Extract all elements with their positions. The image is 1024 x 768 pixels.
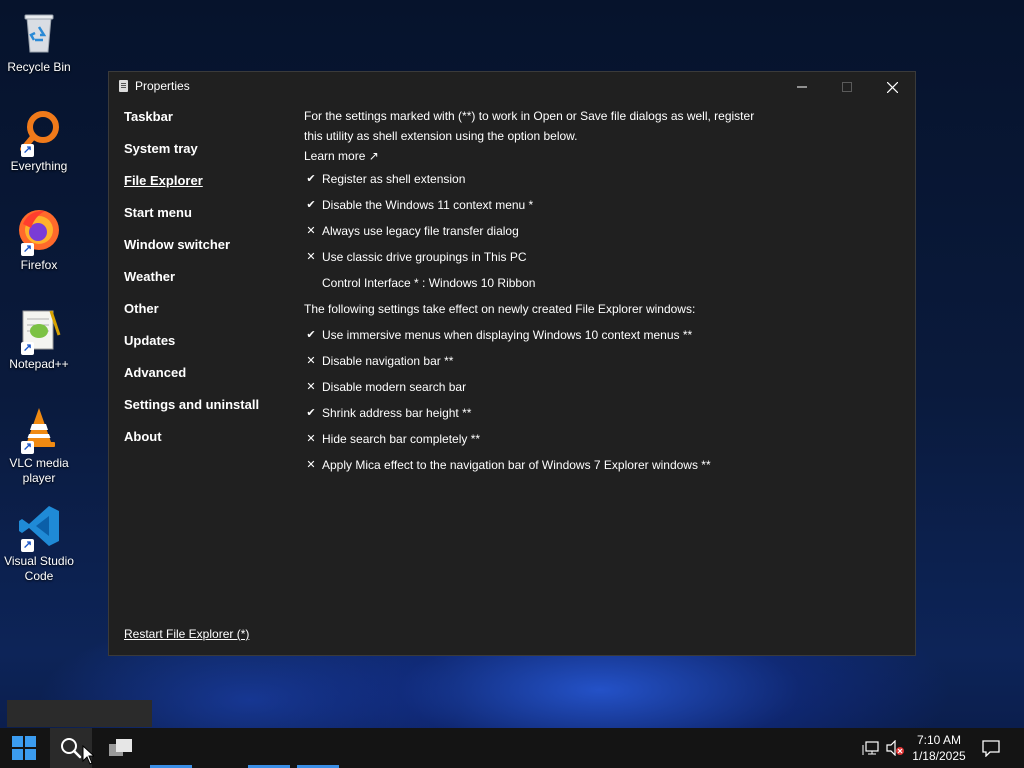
option-legacy-file-transfer-dialog[interactable]: ✕ Always use legacy file transfer dialog: [304, 218, 904, 244]
learn-more-link[interactable]: Learn more ↗: [304, 146, 904, 166]
option-label: Shrink address bar height **: [322, 406, 472, 420]
control-interface-label: Control Interface * : Windows 10 Ribbon: [322, 276, 536, 290]
minimize-icon: [797, 86, 807, 88]
cross-icon: ✕: [306, 459, 316, 471]
volume-muted-icon: [886, 740, 904, 756]
sidebar-nav: Taskbar System tray File Explorer Start …: [124, 108, 259, 460]
shortcut-arrow-icon: ↗: [21, 539, 34, 552]
option-label: Hide search bar completely **: [322, 432, 481, 446]
search-icon: [61, 738, 82, 759]
nav-item-weather[interactable]: Weather: [124, 268, 259, 300]
cross-icon: ✕: [306, 433, 316, 445]
task-view-button[interactable]: [100, 728, 142, 768]
maximize-button[interactable]: [824, 72, 870, 102]
notification-icon: [982, 740, 1000, 757]
vlc-icon: ↗: [15, 404, 63, 454]
option-label: Apply Mica effect to the navigation bar …: [322, 458, 711, 472]
option-mica-effect[interactable]: ✕ Apply Mica effect to the navigation ba…: [304, 452, 904, 478]
network-icon: [862, 741, 879, 755]
section-heading: The following settings take effect on ne…: [304, 302, 696, 316]
option-label: Disable the Windows 11 context menu *: [322, 198, 534, 212]
nav-item-start-menu[interactable]: Start menu: [124, 204, 259, 236]
notepad-plus-plus-icon: ↗: [15, 305, 63, 355]
notification-center-button[interactable]: [982, 728, 1000, 768]
vscode-icon: ↗: [15, 502, 63, 552]
option-hide-search-bar[interactable]: ✕ Hide search bar completely **: [304, 426, 904, 452]
system-clock[interactable]: 7:10 AM 1/18/2025: [906, 732, 972, 764]
option-register-shell-extension[interactable]: ✔ Register as shell extension: [304, 166, 904, 192]
shortcut-arrow-icon: ↗: [21, 342, 34, 355]
desktop-icon-vlc[interactable]: ↗ VLC media player: [3, 404, 75, 486]
option-label: Use immersive menus when displaying Wind…: [322, 328, 693, 342]
option-disable-win11-context-menu[interactable]: ✔ Disable the Windows 11 context menu *: [304, 192, 904, 218]
cross-icon: ✕: [306, 381, 316, 393]
desktop-icon-label: Visual Studio Code: [4, 554, 74, 583]
volume-status[interactable]: [885, 728, 905, 768]
cross-icon: ✕: [306, 225, 316, 237]
nav-item-taskbar[interactable]: Taskbar: [124, 108, 259, 140]
everything-search-icon: ↗: [15, 107, 63, 157]
option-label: Disable modern search bar: [322, 380, 467, 394]
control-interface-dropdown[interactable]: Control Interface * : Windows 10 Ribbon: [304, 270, 904, 296]
desktop-icon-label: Firefox: [20, 258, 58, 272]
recycle-bin-icon: [15, 8, 63, 56]
desktop-icon-label: Notepad++: [9, 357, 69, 371]
maximize-icon: [842, 82, 852, 92]
properties-window: Properties Taskbar System tray File Expl…: [108, 71, 916, 656]
option-label: Disable navigation bar **: [322, 354, 454, 368]
desktop-icon-firefox[interactable]: ↗ Firefox: [3, 206, 75, 273]
cross-icon: ✕: [306, 251, 316, 263]
search-tooltip: [7, 700, 152, 727]
desktop-icon-vscode[interactable]: ↗ Visual Studio Code: [3, 502, 75, 584]
task-view-icon: [109, 739, 132, 756]
app-icon: [119, 80, 128, 92]
option-disable-modern-search-bar[interactable]: ✕ Disable modern search bar: [304, 374, 904, 400]
network-status[interactable]: [862, 728, 880, 768]
check-icon: ✔: [306, 407, 316, 419]
taskbar: 7:10 AM 1/18/2025: [0, 728, 1024, 768]
close-icon: [886, 81, 898, 93]
clock-date: 1/18/2025: [912, 749, 966, 763]
check-icon: ✔: [306, 199, 316, 211]
window-title: Properties: [135, 79, 190, 93]
shortcut-arrow-icon: ↗: [21, 144, 34, 157]
option-label: Always use legacy file transfer dialog: [322, 224, 519, 238]
check-icon: ✔: [306, 329, 316, 341]
shortcut-arrow-icon: ↗: [21, 243, 34, 256]
mouse-cursor-icon: [82, 745, 94, 765]
option-label: Register as shell extension: [322, 172, 466, 186]
windows-logo-icon: [12, 736, 36, 760]
clock-time: 7:10 AM: [916, 733, 962, 747]
desktop-icon-label: VLC media player: [9, 456, 69, 485]
shortcut-arrow-icon: ↗: [21, 441, 34, 454]
option-disable-navigation-bar[interactable]: ✕ Disable navigation bar **: [304, 348, 904, 374]
intro-text: For the settings marked with (**) to wor…: [304, 109, 755, 143]
start-button[interactable]: [4, 728, 44, 768]
nav-item-advanced[interactable]: Advanced: [124, 364, 259, 396]
nav-item-window-switcher[interactable]: Window switcher: [124, 236, 259, 268]
settings-content: For the settings marked with (**) to wor…: [304, 106, 904, 478]
option-immersive-menus[interactable]: ✔ Use immersive menus when displaying Wi…: [304, 322, 904, 348]
option-classic-drive-groupings[interactable]: ✕ Use classic drive groupings in This PC: [304, 244, 904, 270]
nav-item-system-tray[interactable]: System tray: [124, 140, 259, 172]
nav-item-settings-and-uninstall[interactable]: Settings and uninstall: [124, 396, 259, 428]
firefox-icon: ↗: [15, 206, 63, 256]
cross-icon: ✕: [306, 355, 316, 367]
nav-item-updates[interactable]: Updates: [124, 332, 259, 364]
desktop-icon-label: Everything: [10, 159, 68, 173]
nav-item-file-explorer[interactable]: File Explorer: [124, 172, 259, 204]
check-icon: ✔: [306, 173, 316, 185]
minimize-button[interactable]: [779, 72, 825, 102]
desktop-icon-notepad-plus-plus[interactable]: ↗ Notepad++: [3, 305, 75, 372]
option-shrink-address-bar[interactable]: ✔ Shrink address bar height **: [304, 400, 904, 426]
option-label: Use classic drive groupings in This PC: [322, 250, 527, 264]
desktop-icon-label: Recycle Bin: [7, 60, 71, 74]
desktop-icon-everything[interactable]: ↗ Everything: [3, 107, 75, 174]
nav-item-other[interactable]: Other: [124, 300, 259, 332]
restart-file-explorer-link[interactable]: Restart File Explorer (*): [124, 627, 249, 641]
nav-item-about[interactable]: About: [124, 428, 259, 460]
desktop-icon-recycle-bin[interactable]: Recycle Bin: [3, 8, 75, 75]
close-button[interactable]: [869, 72, 915, 102]
title-bar[interactable]: Properties: [109, 72, 915, 102]
